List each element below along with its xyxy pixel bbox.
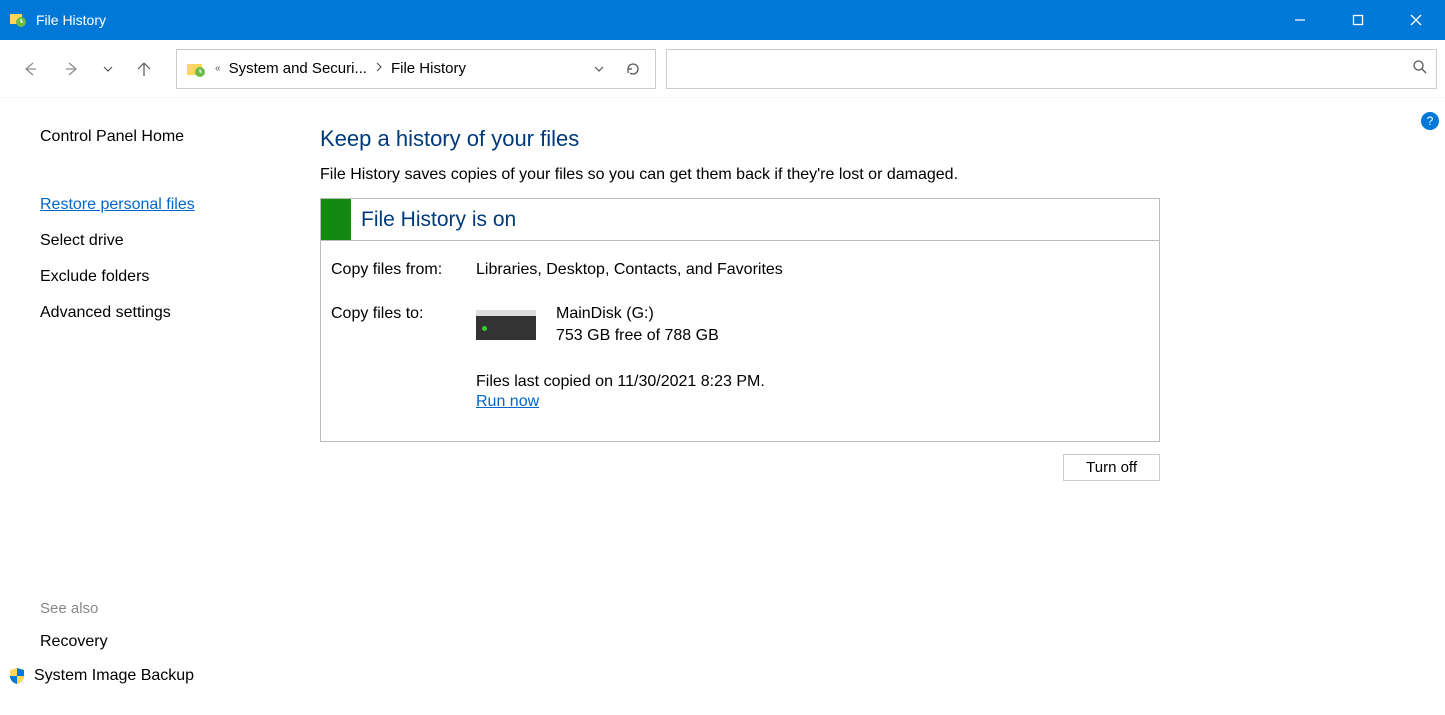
system-image-backup-link[interactable]: System Image Backup [34, 667, 194, 685]
toolbar: « System and Securi... File History [0, 40, 1445, 98]
breadcrumb-part1[interactable]: System and Securi... [229, 60, 367, 77]
content: Keep a history of your files File Histor… [300, 98, 1445, 715]
breadcrumb-part2[interactable]: File History [391, 60, 466, 77]
select-drive-link[interactable]: Select drive [40, 232, 300, 250]
search-icon [1412, 59, 1428, 79]
status-title: File History is on [351, 208, 516, 232]
folder-icon [185, 58, 207, 80]
drive-free: 753 GB free of 788 GB [556, 327, 719, 345]
nav-buttons [8, 53, 166, 85]
recent-dropdown[interactable] [98, 53, 118, 85]
minimize-button[interactable] [1271, 0, 1329, 40]
copy-from-value: Libraries, Desktop, Contacts, and Favori… [476, 261, 1149, 279]
page-description: File History saves copies of your files … [320, 166, 1405, 184]
file-history-icon [8, 10, 28, 30]
status-indicator [321, 199, 351, 240]
exclude-folders-link[interactable]: Exclude folders [40, 268, 300, 286]
refresh-button[interactable] [619, 61, 647, 77]
titlebar: File History [0, 0, 1445, 40]
drive-name: MainDisk (G:) [556, 305, 719, 323]
status-box: File History is on Copy files from: Libr… [320, 198, 1160, 442]
maximize-button[interactable] [1329, 0, 1387, 40]
status-header: File History is on [321, 199, 1159, 241]
advanced-settings-link[interactable]: Advanced settings [40, 304, 300, 322]
run-now-link[interactable]: Run now [476, 393, 539, 411]
restore-personal-files-link[interactable]: Restore personal files [40, 196, 300, 214]
copy-to-label: Copy files to: [331, 305, 476, 411]
address-bar[interactable]: « System and Securi... File History [176, 49, 656, 89]
sidebar: Control Panel Home Restore personal file… [0, 98, 300, 715]
recovery-link[interactable]: Recovery [40, 633, 300, 651]
forward-button[interactable] [56, 53, 88, 85]
drive-icon [476, 310, 536, 340]
chevron-right-icon [373, 62, 385, 75]
window-title: File History [36, 12, 106, 28]
see-also-label: See also [40, 600, 300, 617]
back-button[interactable] [14, 53, 46, 85]
control-panel-home-link[interactable]: Control Panel Home [40, 128, 300, 146]
close-button[interactable] [1387, 0, 1445, 40]
copy-from-label: Copy files from: [331, 261, 476, 279]
address-dropdown[interactable] [585, 63, 613, 75]
page-heading: Keep a history of your files [320, 126, 1405, 152]
breadcrumb-sep: « [213, 63, 223, 74]
search-bar[interactable] [666, 49, 1437, 89]
shield-icon [8, 667, 26, 685]
up-button[interactable] [128, 53, 160, 85]
last-copied-text: Files last copied on 11/30/2021 8:23 PM. [476, 373, 1149, 391]
window-controls [1271, 0, 1445, 40]
turn-off-button[interactable]: Turn off [1063, 454, 1160, 481]
main: Control Panel Home Restore personal file… [0, 98, 1445, 715]
